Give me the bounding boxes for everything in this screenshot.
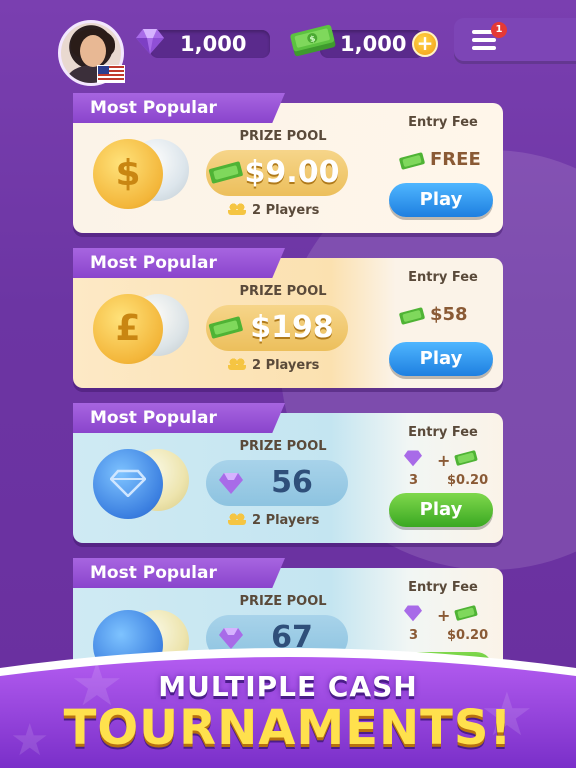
add-cash-button[interactable]: + bbox=[412, 31, 438, 57]
entry-fee-mixed: + 3 $0.20 bbox=[403, 604, 503, 644]
prize-pool-value: $198 bbox=[250, 310, 334, 345]
entry-fee-label: Entry Fee bbox=[408, 270, 478, 285]
dollar-coin-icon: $ bbox=[93, 139, 163, 209]
players-icon bbox=[228, 203, 246, 215]
play-button[interactable]: Play bbox=[389, 493, 493, 527]
entry-fee-label: Entry Fee bbox=[408, 580, 478, 595]
prize-pool-pill: $9.00 bbox=[206, 150, 348, 196]
diamond-coin-icon bbox=[93, 449, 163, 519]
most-popular-tag: Most Popular bbox=[73, 248, 285, 278]
gem-icon bbox=[404, 605, 422, 622]
player-count: 2 Players bbox=[228, 203, 368, 218]
cash-stack-icon: $ bbox=[290, 24, 336, 57]
entry-fee-mixed: + 3 $0.20 bbox=[403, 449, 503, 489]
pound-coin-icon: £ bbox=[93, 294, 163, 364]
prize-pool-label: PRIZE POOL bbox=[239, 439, 327, 454]
gem-balance-value: 1,000 bbox=[180, 32, 247, 56]
cash-icon bbox=[208, 316, 243, 339]
gem-balance: 1,000 bbox=[150, 30, 270, 58]
gem-icon bbox=[136, 29, 164, 54]
entry-fee-label: Entry Fee bbox=[408, 425, 478, 440]
notification-badge: 1 bbox=[491, 22, 507, 38]
most-popular-tag: Most Popular bbox=[73, 558, 285, 588]
prize-pool-pill: 56 bbox=[206, 460, 348, 506]
player-count: 2 Players bbox=[228, 513, 368, 528]
play-button[interactable]: Play bbox=[389, 342, 493, 376]
players-icon bbox=[228, 358, 246, 370]
menu-button[interactable]: 1 bbox=[454, 18, 576, 64]
prize-pool-value: $9.00 bbox=[244, 155, 340, 190]
prize-pool-value: 56 bbox=[271, 465, 313, 500]
us-flag-icon bbox=[97, 65, 125, 83]
player-count: 2 Players bbox=[228, 358, 368, 373]
cash-icon bbox=[208, 161, 243, 184]
cash-icon bbox=[399, 307, 425, 325]
prize-pool-label: PRIZE POOL bbox=[239, 284, 327, 299]
cash-icon bbox=[399, 152, 425, 170]
most-popular-tag: Most Popular bbox=[73, 93, 285, 123]
cash-balance-value: 1,000 bbox=[340, 32, 407, 56]
top-bar: 1,000 1,000 $ + 1 bbox=[0, 0, 576, 86]
cash-icon bbox=[454, 605, 478, 621]
prize-pool-label: PRIZE POOL bbox=[239, 594, 327, 609]
entry-fee-label: Entry Fee bbox=[408, 115, 478, 130]
prize-pool-pill: $198 bbox=[206, 305, 348, 351]
banner-headline: MULTIPLE CASH bbox=[158, 670, 418, 703]
banner-title: TOURNAMENTS! bbox=[63, 700, 513, 756]
prize-pool-label: PRIZE POOL bbox=[239, 129, 327, 144]
gem-icon bbox=[404, 450, 422, 467]
most-popular-tag: Most Popular bbox=[73, 403, 285, 433]
cash-icon bbox=[454, 450, 478, 466]
gem-icon bbox=[219, 473, 243, 494]
players-icon bbox=[228, 513, 246, 525]
play-button[interactable]: Play bbox=[389, 183, 493, 217]
